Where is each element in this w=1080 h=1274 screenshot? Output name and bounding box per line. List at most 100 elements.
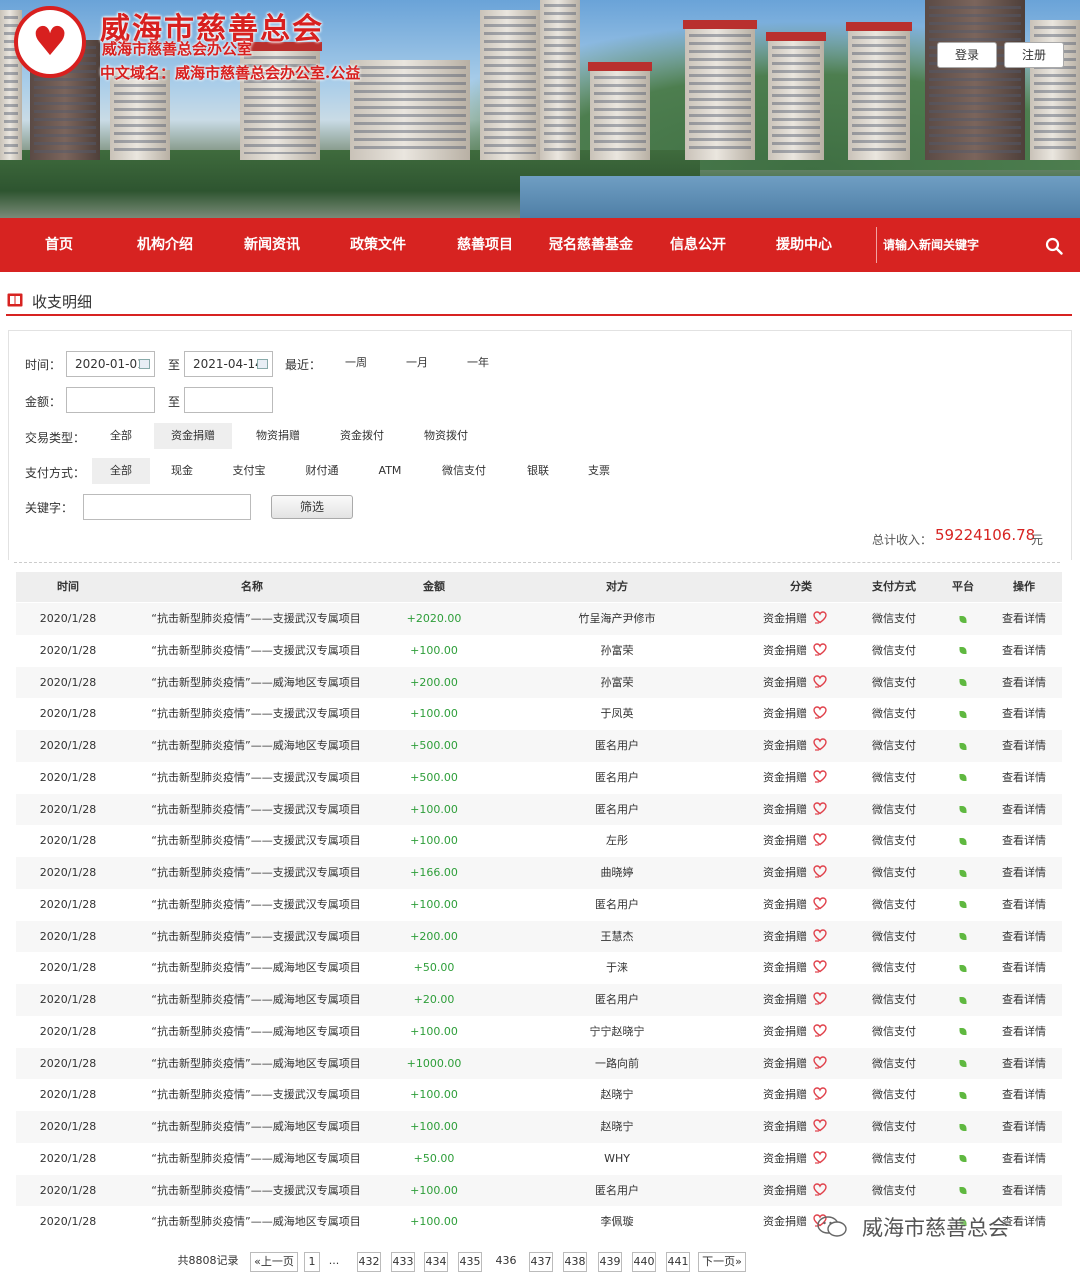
view-detail-link[interactable]: 查看详情 — [1002, 794, 1046, 826]
view-detail-link[interactable]: 查看详情 — [1002, 667, 1046, 699]
row-payment: 微信支付 — [872, 1088, 916, 1102]
nav-item-funds[interactable]: 冠名慈善基金 — [549, 218, 633, 272]
row-name: “抗击新型肺炎疫情”——威海地区专属项目 — [151, 1024, 361, 1038]
page-link[interactable]: 434 — [424, 1252, 448, 1272]
banner-building — [925, 0, 1025, 160]
view-detail-link[interactable]: 查看详情 — [1002, 730, 1046, 762]
view-detail-link[interactable]: 查看详情 — [1002, 603, 1046, 635]
search-icon[interactable] — [1045, 237, 1063, 255]
calendar-icon[interactable] — [257, 359, 268, 369]
recent-option-month[interactable]: 一月 — [392, 350, 442, 376]
pay-option-cheque[interactable]: 支票 — [575, 458, 623, 484]
page-link[interactable]: 440 — [632, 1252, 656, 1272]
page-link[interactable]: 441 — [666, 1252, 690, 1272]
table-row: 2020/1/28 “抗击新型肺炎疫情”——威海地区专属项目 +50.00 于涞… — [16, 952, 1062, 984]
view-detail-link[interactable]: 查看详情 — [1002, 889, 1046, 921]
login-button[interactable]: 登录 — [937, 42, 997, 68]
nav-item-aid-center[interactable]: 援助中心 — [776, 218, 832, 272]
amount-max-input[interactable] — [184, 387, 273, 413]
heart-hand-icon — [813, 1024, 827, 1037]
page-link[interactable]: 435 — [458, 1252, 482, 1272]
recent-option-week[interactable]: 一周 — [331, 350, 381, 376]
row-payment: 微信支付 — [872, 707, 916, 721]
row-category: 资金捐赠 — [763, 984, 827, 1016]
nav-item-disclosure[interactable]: 信息公开 — [670, 218, 726, 272]
row-category: 资金捐赠 — [763, 1143, 827, 1175]
row-time: 2020/1/28 — [39, 1183, 97, 1197]
row-platform — [959, 667, 967, 699]
view-detail-link[interactable]: 查看详情 — [1002, 698, 1046, 730]
page-link[interactable]: 438 — [563, 1252, 587, 1272]
view-detail-link[interactable]: 查看详情 — [1002, 984, 1046, 1016]
table-row: 2020/1/28 “抗击新型肺炎疫情”——威海地区专属项目 +20.00 匿名… — [16, 984, 1062, 1016]
view-detail-link[interactable]: 查看详情 — [1002, 1079, 1046, 1111]
view-detail-link[interactable]: 查看详情 — [1002, 857, 1046, 889]
row-time: 2020/1/28 — [39, 1120, 97, 1133]
view-detail-link[interactable]: 查看详情 — [1002, 1175, 1046, 1207]
pay-option-wechat[interactable]: 微信支付 — [435, 458, 493, 484]
nav-item-projects[interactable]: 慈善项目 — [457, 218, 513, 272]
row-category-label: 资金捐赠 — [763, 993, 807, 1006]
wechat-platform-icon — [959, 933, 967, 940]
row-category: 资金捐赠 — [763, 825, 827, 857]
section-title: 收支明细 — [32, 293, 93, 311]
date-from-input[interactable]: 2020-01-01 — [66, 351, 155, 377]
row-category: 资金捐赠 — [763, 730, 827, 762]
type-option-fund-allocation[interactable]: 资金拨付 — [323, 423, 401, 449]
row-platform — [959, 1048, 967, 1080]
view-detail-link[interactable]: 查看详情 — [1002, 1048, 1046, 1080]
table-row: 2020/1/28 “抗击新型肺炎疫情”——威海地区专属项目 +50.00 WH… — [16, 1143, 1062, 1175]
nav-item-policy[interactable]: 政策文件 — [350, 218, 406, 272]
view-detail-link[interactable]: 查看详情 — [1002, 635, 1046, 667]
view-detail-link[interactable]: 查看详情 — [1002, 921, 1046, 953]
news-search-input[interactable]: 请输入新闻关键字 — [876, 227, 1041, 263]
pay-option-atm[interactable]: ATM — [365, 458, 415, 484]
next-page-button[interactable]: 下一页» — [698, 1252, 746, 1272]
page-link[interactable]: 439 — [598, 1252, 622, 1272]
row-party: 竹呈海产尹修市 — [578, 612, 656, 625]
filter-button[interactable]: 筛选 — [271, 495, 353, 519]
site-logo[interactable]: ♥ — [14, 6, 86, 78]
date-to-input[interactable]: 2021-04-14 — [184, 351, 273, 377]
page-first[interactable]: 1 — [304, 1252, 320, 1272]
row-time: 2020/1/28 — [39, 993, 97, 1006]
register-button[interactable]: 注册 — [1004, 42, 1064, 68]
date-to-label: 至 — [168, 358, 181, 372]
row-name: “抗击新型肺炎疫情”——支援武汉专属项目 — [151, 1183, 361, 1197]
type-option-goods-donation[interactable]: 物资捐赠 — [239, 423, 317, 449]
heart-hand-icon — [813, 674, 827, 688]
row-payment: 微信支付 — [872, 961, 916, 975]
page-link[interactable]: 432 — [357, 1252, 381, 1272]
view-detail-link[interactable]: 查看详情 — [1002, 1111, 1046, 1143]
nav-item-home[interactable]: 首页 — [45, 218, 73, 272]
type-option-fund-donation[interactable]: 资金捐赠 — [154, 423, 232, 449]
recent-option-year[interactable]: 一年 — [453, 350, 503, 376]
pay-option-tenpay[interactable]: 财付通 — [297, 458, 347, 484]
pay-option-all[interactable]: 全部 — [92, 458, 150, 484]
view-detail-link[interactable]: 查看详情 — [1002, 1143, 1046, 1175]
view-detail-link[interactable]: 查看详情 — [1002, 952, 1046, 984]
amount-min-input[interactable] — [66, 387, 155, 413]
nav-item-about[interactable]: 机构介绍 — [137, 218, 193, 272]
pay-option-cash[interactable]: 现金 — [157, 458, 207, 484]
page-link[interactable]: 437 — [529, 1252, 553, 1272]
row-time: 2020/1/28 — [39, 866, 97, 879]
row-category-label: 资金捐赠 — [763, 675, 807, 689]
nav-item-news[interactable]: 新闻资讯 — [244, 218, 300, 272]
page-link[interactable]: 433 — [391, 1252, 415, 1272]
type-option-goods-allocation[interactable]: 物资拨付 — [407, 423, 485, 449]
view-detail-link[interactable]: 查看详情 — [1002, 762, 1046, 794]
keyword-input[interactable] — [83, 494, 251, 520]
row-amount: +200.00 — [410, 675, 458, 689]
view-detail-link[interactable]: 查看详情 — [1002, 1016, 1046, 1048]
row-category-label: 资金捐赠 — [763, 1088, 807, 1102]
payment-label: 支付方式： — [25, 466, 86, 480]
row-payment: 微信支付 — [872, 802, 916, 816]
pay-option-alipay[interactable]: 支付宝 — [224, 458, 274, 484]
type-option-all[interactable]: 全部 — [91, 423, 151, 449]
prev-page-button[interactable]: «上一页 — [250, 1252, 298, 1272]
row-name: “抗击新型肺炎疫情”——支援武汉专属项目 — [151, 802, 361, 816]
pay-option-unionpay[interactable]: 银联 — [514, 458, 562, 484]
calendar-icon[interactable] — [139, 359, 150, 369]
view-detail-link[interactable]: 查看详情 — [1002, 825, 1046, 857]
